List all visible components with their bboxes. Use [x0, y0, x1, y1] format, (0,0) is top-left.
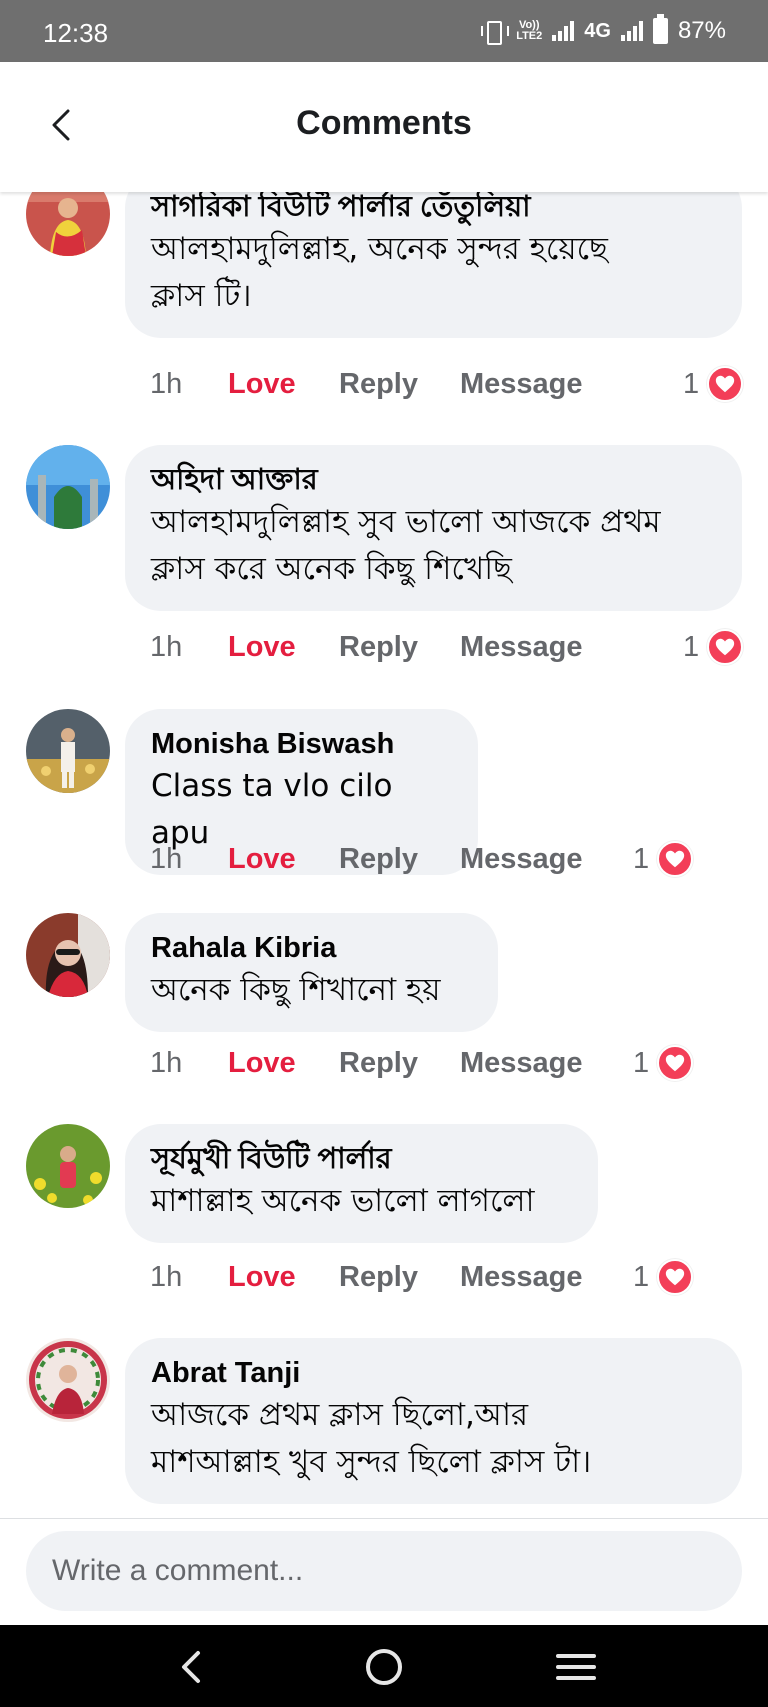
avatar[interactable]	[26, 1124, 110, 1208]
write-comment-input[interactable]	[26, 1531, 742, 1611]
page-title: Comments	[296, 104, 472, 142]
comment-time: 1h	[150, 842, 183, 875]
comment-text-line: ক্লাস টি।	[151, 278, 252, 314]
reaction-number: 1	[633, 1046, 650, 1079]
reaction-count[interactable]: 1	[633, 839, 694, 879]
vibrate-icon	[480, 20, 510, 45]
comment-text-line: অনেক কিছু শিখানো হয়	[151, 972, 441, 1008]
network-type: 4G	[584, 19, 611, 42]
comment-actions: 1h Love Reply Message	[150, 1043, 583, 1083]
signal-icon	[552, 21, 575, 41]
reply-button[interactable]: Reply	[339, 1261, 460, 1294]
love-button[interactable]: Love	[228, 843, 339, 876]
reaction-number: 1	[683, 630, 700, 663]
reply-button[interactable]: Reply	[339, 843, 460, 876]
comment-text-line: মাশআল্লাহ খুব সুন্দর ছিলো ক্লাস টা।	[151, 1444, 592, 1480]
heart-icon	[707, 366, 744, 402]
comment-author[interactable]: Monisha Biswash	[151, 725, 452, 763]
system-nav-bar	[0, 1625, 768, 1707]
message-button[interactable]: Message	[460, 843, 583, 876]
reaction-count[interactable]: 1	[633, 1043, 694, 1083]
comment-text-line: আলহামদুলিল্লাহ সুব ভালো আজকে প্রথম	[151, 504, 661, 540]
comment-list[interactable]: সাগরিকা বিউটি পার্লার তেঁতুলিয়া আলহামদু…	[0, 192, 768, 1518]
nav-back-icon[interactable]	[168, 1643, 216, 1691]
avatar[interactable]	[26, 1338, 110, 1422]
message-button[interactable]: Message	[460, 1261, 583, 1294]
reaction-number: 1	[683, 367, 700, 400]
love-button[interactable]: Love	[228, 1261, 339, 1294]
nav-recents-icon[interactable]	[552, 1643, 600, 1691]
volte-label-bottom: LTE2	[516, 30, 543, 42]
volte-icon: Vo)) LTE2	[516, 20, 542, 42]
comment-author[interactable]: Rahala Kibria	[151, 929, 472, 967]
comment-bubble[interactable]: সাগরিকা বিউটি পার্লার তেঁতুলিয়া আলহামদু…	[125, 192, 742, 338]
battery-percent: 87%	[677, 17, 726, 44]
status-time: 12:38	[43, 18, 109, 48]
heart-icon	[657, 841, 694, 877]
love-button[interactable]: Love	[228, 631, 339, 664]
nav-home-icon[interactable]	[360, 1643, 408, 1691]
comment-text-line: আজকে প্রথম ক্লাস ছিলো,আর	[151, 1397, 529, 1433]
reaction-count[interactable]: 1	[683, 364, 744, 404]
comment-composer	[0, 1518, 768, 1625]
message-button[interactable]: Message	[460, 1047, 583, 1080]
comment-actions: 1h Love Reply Message	[150, 839, 583, 879]
avatar[interactable]	[26, 445, 110, 529]
top-app-bar: Comments	[0, 62, 768, 192]
comment-text-line: আলহামদুলিল্লাহ, অনেক সুন্দর হয়েছে	[151, 231, 608, 267]
comment-author[interactable]: অহিদা আক্তার	[151, 461, 716, 499]
heart-icon	[707, 629, 744, 665]
comment-actions: 1h Love Reply Message	[150, 627, 583, 667]
avatar[interactable]	[26, 192, 110, 256]
reply-button[interactable]: Reply	[339, 1047, 460, 1080]
reaction-count[interactable]: 1	[683, 627, 744, 667]
love-button[interactable]: Love	[228, 1047, 339, 1080]
status-bar: 12:38 Vo)) LTE2 4G 87%	[0, 0, 768, 62]
comment-time: 1h	[150, 1046, 183, 1079]
avatar[interactable]	[26, 913, 110, 997]
heart-icon	[657, 1045, 694, 1081]
comment-bubble[interactable]: সূর্যমুখী বিউটি পার্লার মাশাল্লাহ অনেক ভ…	[125, 1124, 598, 1243]
comment-author[interactable]: সাগরিকা বিউটি পার্লার তেঁতুলিয়া	[151, 192, 716, 226]
comment-time: 1h	[150, 367, 183, 400]
reaction-number: 1	[633, 842, 650, 875]
comment-bubble[interactable]: অহিদা আক্তার আলহামদুলিল্লাহ সুব ভালো আজক…	[125, 445, 742, 611]
reaction-count[interactable]: 1	[633, 1257, 694, 1297]
reply-button[interactable]: Reply	[339, 368, 460, 401]
avatar[interactable]	[26, 709, 110, 793]
battery-icon	[652, 14, 668, 44]
reaction-number: 1	[633, 1260, 650, 1293]
comment-bubble[interactable]: Rahala Kibria অনেক কিছু শিখানো হয়	[125, 913, 498, 1032]
comment-bubble[interactable]: Abrat Tanji আজকে প্রথম ক্লাস ছিলো,আর মাশ…	[125, 1338, 742, 1504]
signal-icon-2	[620, 21, 643, 41]
love-button[interactable]: Love	[228, 368, 339, 401]
comment-text-line: ক্লাস করে অনেক কিছু শিখেছি	[151, 551, 512, 587]
comment-author[interactable]: Abrat Tanji	[151, 1354, 716, 1392]
reply-button[interactable]: Reply	[339, 631, 460, 664]
message-button[interactable]: Message	[460, 631, 583, 664]
comment-author[interactable]: সূর্যমুখী বিউটি পার্লার	[151, 1140, 572, 1178]
comment-actions: 1h Love Reply Message	[150, 1257, 583, 1297]
message-button[interactable]: Message	[460, 368, 583, 401]
comment-time: 1h	[150, 630, 183, 663]
comment-time: 1h	[150, 1260, 183, 1293]
heart-icon	[657, 1259, 694, 1295]
status-icons: Vo)) LTE2 4G 87%	[480, 14, 726, 46]
comment-actions: 1h Love Reply Message	[150, 364, 583, 404]
comment-text-line: মাশাল্লাহ অনেক ভালো লাগলো	[151, 1183, 535, 1219]
